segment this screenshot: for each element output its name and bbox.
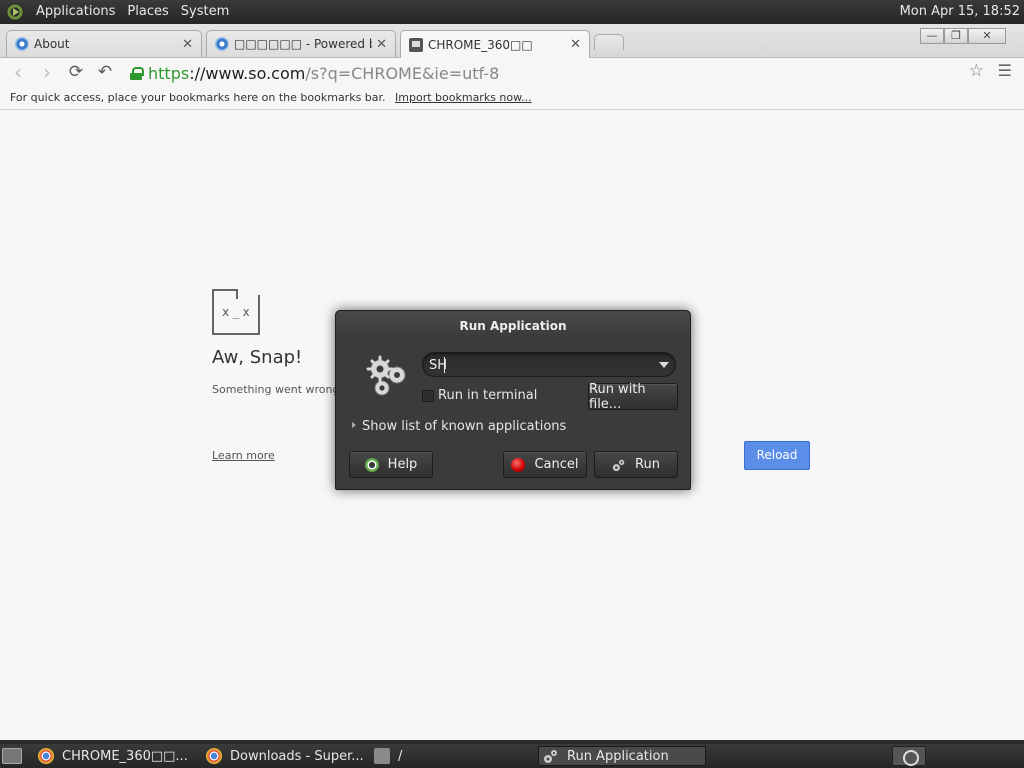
run-icon <box>544 750 557 763</box>
run-with-file-button[interactable]: Run with file... <box>588 382 678 412</box>
taskbar-item-chrome-360[interactable]: CHROME_360□□... <box>38 746 202 766</box>
reload-button[interactable]: Reload <box>744 441 810 470</box>
run-label: Run <box>635 457 660 472</box>
task-label: CHROME_360□□... <box>62 748 188 764</box>
clock[interactable]: Mon Apr 15, 18:52 <box>900 0 1020 24</box>
tab-chrome-360[interactable]: CHROME_360□□ ✕ <box>400 30 590 58</box>
top-panel: Applications Places System Mon Apr 15, 1… <box>0 0 1024 24</box>
bottom-panel: CHROME_360□□... Downloads - Super... / R… <box>0 744 1024 768</box>
address-bar[interactable]: https://www.so.com/s?q=CHROME&ie=utf-8 <box>130 61 960 85</box>
url-scheme: https <box>148 63 190 83</box>
undo-icon[interactable]: ↶ <box>94 62 116 84</box>
menu-applications[interactable]: Applications <box>30 0 121 24</box>
reload-icon[interactable]: ⟳ <box>65 62 87 84</box>
browser-toolbar: ‹ › ⟳ ↶ https://www.so.com/s?q=CHROME&ie… <box>0 58 1024 88</box>
error-title: Aw, Snap! <box>212 347 303 368</box>
chrome-icon <box>206 748 222 764</box>
bookmarks-hint: For quick access, place your bookmarks h… <box>10 91 386 104</box>
star-icon[interactable]: ☆ <box>969 61 984 81</box>
expander-arrow-icon[interactable] <box>352 422 356 428</box>
back-icon[interactable]: ‹ <box>7 62 29 84</box>
help-label: Help <box>387 457 418 472</box>
close-icon[interactable]: ✕ <box>376 37 387 52</box>
tab-title: About <box>34 37 70 51</box>
taskbar-item-downloads[interactable]: Downloads - Super... <box>206 746 366 766</box>
cancel-label: Cancel <box>534 457 579 472</box>
window-controls: — ❐ ✕ <box>920 28 1006 44</box>
folder-icon <box>374 748 390 764</box>
run-icon <box>612 459 625 471</box>
show-known-apps-toggle[interactable]: Show list of known applications <box>362 419 566 434</box>
tab-strip: About ✕ □□□□□□ - Powered by ✕ CHROME_360… <box>0 24 1024 58</box>
show-desktop-icon[interactable] <box>2 748 22 764</box>
window-close-icon[interactable]: ✕ <box>968 28 1006 44</box>
distro-logo-icon[interactable] <box>6 3 24 21</box>
dialog-title: Run Application <box>336 311 690 339</box>
forward-icon[interactable]: › <box>36 62 58 84</box>
dropdown-arrow-icon[interactable] <box>659 362 669 368</box>
tray-indicator-icon[interactable] <box>892 746 926 766</box>
menu-places[interactable]: Places <box>121 0 174 24</box>
taskbar-item-root-folder[interactable]: / <box>374 746 524 766</box>
taskbar-item-run-application[interactable]: Run Application <box>538 746 706 766</box>
close-icon[interactable]: ✕ <box>570 37 581 52</box>
lock-icon <box>130 66 144 80</box>
learn-more-link[interactable]: Learn more <box>212 449 275 462</box>
run-application-dialog: Run Application Run in terminal Run with… <box>335 310 691 490</box>
import-bookmarks-link[interactable]: Import bookmarks now... <box>395 91 532 104</box>
tab-title: CHROME_360□□ <box>428 37 533 52</box>
error-message: Something went wrong <box>212 383 340 396</box>
gears-icon <box>366 355 406 396</box>
sad-folder-icon: x_x <box>212 289 260 335</box>
globe-icon <box>15 37 29 51</box>
task-label: Downloads - Super... <box>230 748 364 764</box>
help-button[interactable]: Help <box>349 451 433 478</box>
run-in-terminal-checkbox[interactable] <box>422 390 434 402</box>
task-label: / <box>398 748 403 764</box>
run-in-terminal-label[interactable]: Run in terminal <box>438 388 537 403</box>
maximize-icon[interactable]: ❐ <box>944 28 968 44</box>
chrome-icon <box>38 748 54 764</box>
close-icon[interactable]: ✕ <box>182 37 193 52</box>
hamburger-menu-icon[interactable]: ☰ <box>998 61 1012 80</box>
minimize-icon[interactable]: — <box>920 28 944 44</box>
tab-powered-by[interactable]: □□□□□□ - Powered by ✕ <box>206 30 396 57</box>
new-tab-button[interactable] <box>594 34 624 50</box>
run-button[interactable]: Run <box>594 451 678 478</box>
url-host: ://www.so.com <box>189 63 306 83</box>
text-caret <box>444 357 445 373</box>
menu-system[interactable]: System <box>175 0 235 24</box>
bookmarks-bar: For quick access, place your bookmarks h… <box>0 88 1024 110</box>
tab-title: □□□□□□ - Powered by <box>234 37 373 51</box>
globe-icon <box>215 37 229 51</box>
url-path: /s?q=CHROME&ie=utf-8 <box>305 63 500 83</box>
sad-tab-icon <box>409 37 423 52</box>
tab-about[interactable]: About ✕ <box>6 30 202 57</box>
command-combo[interactable] <box>422 352 676 377</box>
cancel-button[interactable]: Cancel <box>503 451 587 478</box>
task-label: Run Application <box>567 748 669 764</box>
cancel-icon <box>511 457 526 472</box>
command-input[interactable] <box>429 356 629 374</box>
help-icon <box>364 457 379 472</box>
